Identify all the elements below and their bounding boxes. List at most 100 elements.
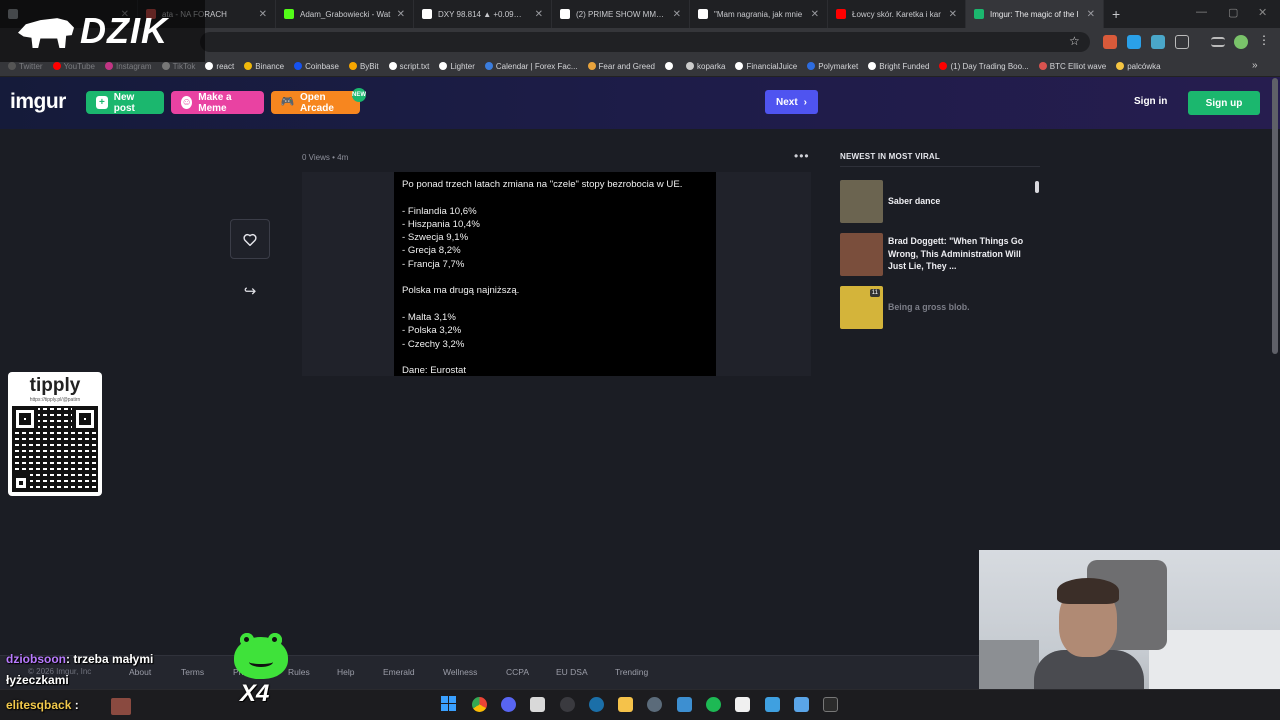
bookmark-item[interactable]: Bright Funded — [868, 62, 929, 71]
viral-post-title[interactable]: Brad Doggett: "When Things Go Wrong, Thi… — [888, 235, 1040, 273]
profile-avatar-icon[interactable] — [1234, 35, 1248, 49]
ccleaner-icon[interactable] — [647, 697, 662, 712]
extension-icon-1[interactable] — [1103, 35, 1117, 49]
app-icon-white[interactable] — [735, 697, 750, 712]
viral-post-item[interactable]: Saber dance — [840, 178, 1040, 224]
browser-tab[interactable]: Imgur: The magic of the I ✕ — [966, 0, 1104, 28]
sign-up-button[interactable]: Sign up — [1188, 91, 1260, 115]
browser-tab[interactable]: Łowcy skór. Karetka i kar ✕ — [828, 0, 966, 28]
address-bar[interactable] — [200, 32, 1090, 52]
terminal-icon[interactable] — [823, 697, 838, 712]
viral-thumbnail[interactable] — [840, 179, 883, 223]
bookmark-label: YouTube — [63, 61, 95, 71]
windows-start-icon[interactable] — [441, 696, 456, 711]
bookmark-item[interactable]: Calendar | Forex Fac... — [484, 62, 578, 71]
open-arcade-label: Open Arcade — [300, 91, 334, 114]
bookmark-label: palcówka — [1127, 61, 1161, 71]
footer-link[interactable]: CCPA — [506, 667, 529, 677]
bookmark-star-icon[interactable]: ☆ — [1069, 34, 1083, 48]
viral-post-title[interactable]: Being a gross blob. — [888, 301, 970, 314]
browser-tab[interactable]: Adam_Grabowiecki - Wat ✕ — [276, 0, 414, 28]
close-tab-icon[interactable]: ✕ — [811, 9, 819, 20]
sidebar-scroll-indicator[interactable] — [1035, 181, 1039, 193]
share-button[interactable]: ↪ — [240, 281, 260, 301]
extension-icon-2[interactable] — [1127, 35, 1141, 49]
bookmark-item[interactable]: koparka — [686, 62, 725, 71]
x-icon — [560, 9, 570, 19]
browser-tab[interactable]: (2) PRIME SHOW MMA or ✕ — [552, 0, 690, 28]
file-explorer-icon[interactable] — [618, 697, 633, 712]
close-tab-icon[interactable]: ✕ — [259, 9, 267, 20]
chrome-icon[interactable] — [472, 697, 487, 712]
viral-thumbnail[interactable]: 11 — [840, 285, 883, 329]
close-window-icon[interactable]: ✕ — [1258, 6, 1267, 19]
bookmark-item[interactable] — [665, 62, 676, 70]
maximize-icon[interactable]: ▢ — [1228, 6, 1238, 19]
image-count-badge: 11 — [869, 288, 880, 297]
media-controls-icon[interactable] — [1211, 37, 1225, 47]
tab-title: DXY 98.814 ▲ +0.09% Be — [438, 9, 529, 19]
bookmark-item[interactable]: Twitter — [8, 62, 43, 71]
youtube-icon — [836, 9, 846, 19]
bookmark-item[interactable]: (1) Day Trading Boo... — [939, 62, 1029, 71]
browser-menu-icon[interactable]: ⋮ — [1258, 33, 1272, 47]
viral-thumbnail[interactable] — [840, 232, 883, 276]
close-tab-icon[interactable]: ✕ — [949, 9, 957, 20]
bookmark-item[interactable]: Polymarket — [807, 62, 858, 71]
bookmark-item[interactable]: Instagram — [105, 62, 152, 71]
imgur-logo[interactable]: imgur — [10, 90, 66, 114]
open-arcade-button[interactable]: 🎮 Open Arcade — [271, 91, 360, 114]
footer-link[interactable]: Emerald — [383, 667, 415, 677]
bookmark-item[interactable]: Fear and Greed — [587, 62, 655, 71]
bookmark-item[interactable]: BTC Elliot wave — [1038, 62, 1106, 71]
bookmark-item[interactable]: script.txt — [388, 62, 429, 71]
photos-icon[interactable] — [794, 697, 809, 712]
extension-icon-3[interactable] — [1151, 35, 1165, 49]
close-tab-icon[interactable]: ✕ — [1087, 9, 1095, 20]
footer-link[interactable]: Terms — [181, 667, 204, 677]
minimize-icon[interactable]: — — [1196, 6, 1207, 18]
bookmark-item[interactable]: palcówka — [1116, 61, 1161, 71]
obs-icon[interactable] — [560, 697, 575, 712]
make-meme-button[interactable]: ☺ Make a Meme — [171, 91, 264, 114]
steam-icon[interactable] — [589, 697, 604, 712]
bookmark-item[interactable]: Binance — [244, 62, 284, 71]
footer-link[interactable]: Trending — [615, 667, 648, 677]
new-tab-button[interactable]: + — [1112, 6, 1120, 22]
notepad-icon[interactable] — [765, 697, 780, 712]
viral-post-item[interactable]: Brad Doggett: "When Things Go Wrong, Thi… — [840, 231, 1040, 277]
post-text-line: - Francja 7,7% — [402, 258, 465, 270]
footer-link[interactable]: Help — [337, 667, 354, 677]
footer-link[interactable]: EU DSA — [556, 667, 588, 677]
favorite-button[interactable] — [230, 219, 270, 259]
extensions-puzzle-icon[interactable] — [1175, 35, 1189, 49]
spotify-icon[interactable] — [706, 697, 721, 712]
close-tab-icon[interactable]: ✕ — [673, 9, 681, 20]
close-tab-icon[interactable]: ✕ — [397, 9, 405, 20]
sign-in-link[interactable]: Sign in — [1134, 96, 1167, 107]
bookmark-item[interactable]: Coinbase — [294, 62, 339, 71]
bookmark-favicon-icon — [665, 62, 674, 70]
footer-link[interactable]: Rules — [288, 667, 310, 677]
viral-post-title[interactable]: Saber dance — [888, 195, 940, 208]
bookmark-item[interactable]: react — [205, 62, 234, 71]
browser-tab[interactable]: DXY 98.814 ▲ +0.09% Be ✕ — [414, 0, 552, 28]
new-post-button[interactable]: + New post — [86, 91, 164, 114]
app-icon-blue[interactable] — [677, 697, 692, 712]
bookmark-item[interactable]: Lighter — [439, 62, 475, 71]
bookmark-item[interactable]: FinancialJuice — [735, 62, 797, 71]
more-options-icon[interactable]: ••• — [794, 149, 810, 163]
bookmark-item[interactable]: TikTok — [161, 62, 195, 71]
page-scrollbar[interactable] — [1272, 78, 1278, 354]
footer-link[interactable]: Wellness — [443, 667, 477, 677]
browser-tab[interactable]: "Mam nagrania, jak mnie ✕ — [690, 0, 828, 28]
bookmark-item[interactable]: YouTube — [52, 61, 95, 71]
next-button[interactable]: Next › — [765, 90, 818, 114]
bookmark-item[interactable]: ByBit — [348, 62, 379, 71]
footer-link[interactable]: About — [129, 667, 151, 677]
discord-icon[interactable] — [501, 697, 516, 712]
bookmarks-more-icon[interactable]: » — [1252, 60, 1258, 71]
close-tab-icon[interactable]: ✕ — [535, 9, 543, 20]
viral-post-item[interactable]: 11 Being a gross blob. — [840, 284, 1040, 330]
app-icon-red[interactable] — [530, 697, 545, 712]
